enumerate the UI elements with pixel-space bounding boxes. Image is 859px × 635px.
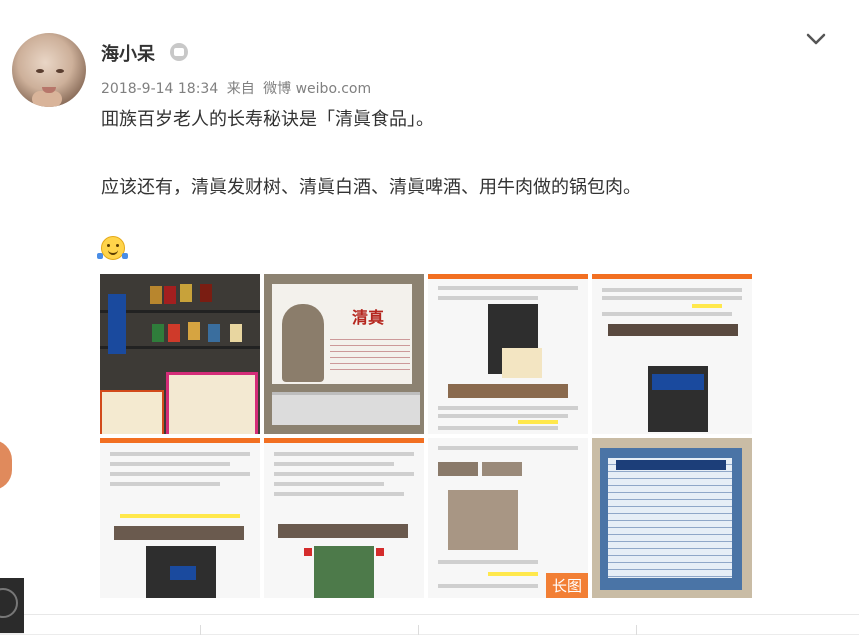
vip-badge-icon[interactable] [170,43,188,61]
avatar[interactable] [12,33,86,107]
image-grid: 清真 长图 [100,274,756,600]
image-thumb-shop-shelves[interactable] [100,274,260,434]
author-name[interactable]: 海小呆 [101,40,155,66]
post-text-line-2: 应该还有，清眞发财树、清眞白酒、清眞啤酒、用牛肉做的锅包肉。 [101,177,641,198]
image-thumb-framed-notice[interactable] [592,438,752,598]
post-meta: 2018-9-14 18:34 来自 微博 weibo.com [101,78,375,98]
image-thumb-screenshot-4[interactable] [264,438,424,598]
long-image-badge: 长图 [545,573,588,598]
side-float-tab[interactable] [0,440,12,490]
hug-emoji-icon [97,236,128,260]
post-action-bar [24,614,859,635]
image-thumb-screenshot-3[interactable] [100,438,260,598]
post-source[interactable]: 微博 weibo.com [263,81,371,97]
image-thumb-poster[interactable]: 清真 [264,274,424,434]
post-timestamp[interactable]: 2018-9-14 18:34 [101,81,218,97]
chevron-down-icon[interactable] [806,29,826,49]
source-prefix: 来自 [226,81,255,97]
image-thumb-screenshot-2[interactable] [592,274,752,434]
weibo-post-card: 海小呆 2018-9-14 18:34 来自 微博 weibo.com 囬族百岁… [0,0,859,635]
post-text-line-1: 囬族百岁老人的长寿秘诀是「清眞食品」。 [101,109,434,130]
image-thumb-screenshot-1[interactable] [428,274,588,434]
floating-player-icon[interactable] [0,578,24,633]
image-thumb-screenshot-5[interactable]: 长图 [428,438,588,598]
